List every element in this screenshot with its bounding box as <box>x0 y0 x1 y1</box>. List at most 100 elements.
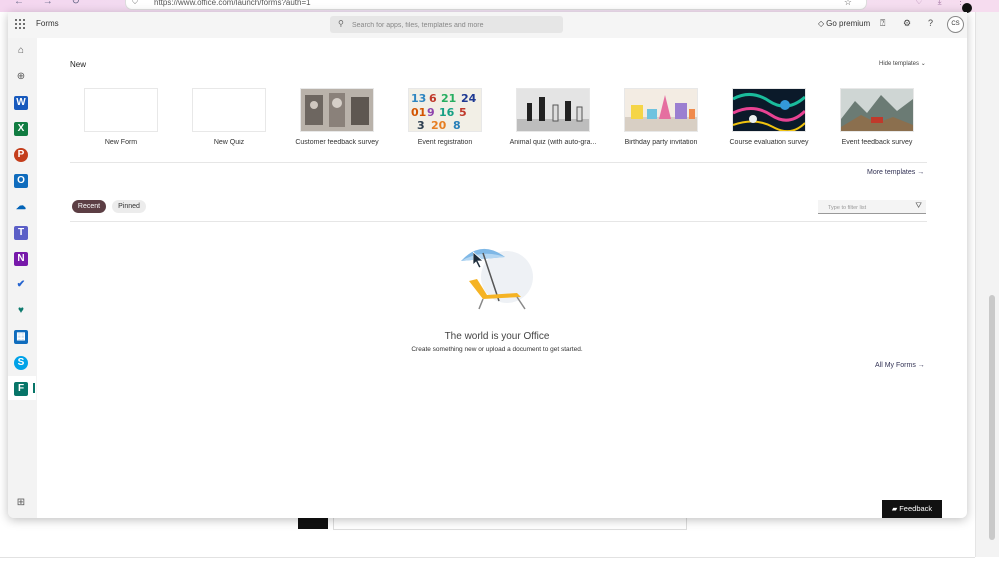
tab-recent[interactable]: Recent <box>72 200 106 213</box>
section-divider <box>70 162 927 163</box>
mouse-cursor-icon <box>472 251 485 273</box>
new-section-heading: New <box>70 60 87 69</box>
svg-text:9: 9 <box>427 106 435 119</box>
template-caption: Event registration <box>417 139 473 146</box>
feedback-icon: ▰ <box>891 506 898 513</box>
template-thumbnail <box>840 88 914 132</box>
search-icon: ⚲ <box>338 19 344 28</box>
excel-icon[interactable]: X <box>14 122 28 136</box>
teams-icon[interactable]: T <box>14 226 28 240</box>
background-divider <box>0 557 975 558</box>
calendar-icon[interactable]: ▦ <box>14 330 28 344</box>
address-bar[interactable]: ⛉ https://www.office.com/launch/forms?au… <box>125 0 867 10</box>
url-text[interactable]: https://www.office.com/launch/forms?auth… <box>154 0 311 10</box>
hide-templates-button[interactable]: Hide templates ⌄ <box>879 60 926 67</box>
template-thumbnail <box>732 88 806 132</box>
browser-nav-buttons[interactable]: ← → ↻ <box>14 0 88 7</box>
settings-gear-icon[interactable]: ⚙ <box>903 18 911 29</box>
template-caption: Event feedback survey <box>841 139 913 146</box>
outlook-icon[interactable]: O <box>14 174 28 188</box>
svg-text:01: 01 <box>411 106 426 119</box>
svg-text:5: 5 <box>459 106 467 119</box>
notifications-icon[interactable]: ⍰ <box>880 18 885 29</box>
onedrive-icon[interactable]: ☁ <box>14 200 28 214</box>
template-thumbnail <box>84 88 158 132</box>
template-caption: Customer feedback survey <box>295 139 379 146</box>
background-page-edge <box>975 12 999 557</box>
onenote-icon[interactable]: N <box>14 252 28 266</box>
main-content: New Hide templates ⌄ New Form New Quiz C… <box>37 38 967 518</box>
go-premium-label: Go premium <box>826 19 871 28</box>
template-caption: New Form <box>104 139 138 146</box>
app-launcher-icon[interactable] <box>14 18 26 30</box>
template-caption: New Quiz <box>213 139 245 146</box>
template-birthday-invitation[interactable]: Birthday party invitation <box>611 88 711 146</box>
template-course-evaluation[interactable]: Course evaluation survey <box>719 88 819 146</box>
svg-text:8: 8 <box>453 119 461 131</box>
template-animal-quiz[interactable]: Animal quiz (with auto-gra... <box>503 88 603 146</box>
template-thumbnail <box>624 88 698 132</box>
svg-text:24: 24 <box>461 92 477 105</box>
svg-text:6: 6 <box>429 92 437 105</box>
more-templates-link[interactable]: More templates → <box>867 169 924 176</box>
chevron-down-icon: ⌄ <box>920 61 926 67</box>
svg-text:3: 3 <box>417 119 425 131</box>
template-caption: Birthday party invitation <box>624 139 698 146</box>
browser-toolbar: ← → ↻ ⛉ https://www.office.com/launch/fo… <box>0 0 999 13</box>
lock-icon: ⛉ <box>132 0 138 6</box>
feedback-button[interactable]: ▰ Feedback <box>882 500 942 518</box>
home-icon[interactable]: ⌂ <box>14 44 28 58</box>
svg-text:16: 16 <box>439 106 455 119</box>
svg-text:21: 21 <box>441 92 456 105</box>
all-my-forms-link[interactable]: All My Forms → <box>875 362 925 369</box>
template-caption: Animal quiz (with auto-gra... <box>509 139 597 146</box>
avatar[interactable]: CS <box>947 16 964 33</box>
filter-box[interactable]: ⛛ <box>818 200 926 214</box>
all-apps-icon[interactable]: ⊞ <box>14 496 28 510</box>
rail-active-indicator <box>33 383 35 393</box>
family-safety-icon[interactable]: ♥ <box>14 304 28 318</box>
template-new-form[interactable]: New Form <box>71 88 171 146</box>
template-thumbnail <box>516 88 590 132</box>
all-my-forms-label: All My Forms <box>875 362 916 369</box>
word-icon[interactable]: W <box>14 96 28 110</box>
template-customer-feedback[interactable]: Customer feedback survey <box>287 88 387 146</box>
diamond-icon: ◇ <box>818 19 825 28</box>
hide-templates-label: Hide templates <box>879 61 920 67</box>
svg-text:20: 20 <box>431 119 447 131</box>
svg-text:13: 13 <box>411 92 426 105</box>
go-premium-button[interactable]: ◇ Go premium <box>818 19 870 28</box>
search-box[interactable]: ⚲ <box>330 16 563 33</box>
arrow-right-icon: → <box>917 169 925 176</box>
bookmark-star-icon[interactable]: ☆ <box>844 0 852 9</box>
tab-pinned[interactable]: Pinned <box>112 200 146 213</box>
beach-chair-illustration <box>457 243 537 313</box>
arrow-right-icon: → <box>917 362 925 369</box>
create-icon[interactable]: ⊕ <box>14 70 28 84</box>
template-thumbnail <box>300 88 374 132</box>
feedback-label: Feedback <box>899 504 933 513</box>
todo-icon[interactable]: ✔ <box>14 278 28 292</box>
powerpoint-icon[interactable]: P <box>14 148 28 162</box>
empty-state-title: The world is your Office <box>444 331 550 342</box>
forms-icon[interactable]: F <box>14 382 28 396</box>
template-thumbnail <box>192 88 266 132</box>
template-new-quiz[interactable]: New Quiz <box>179 88 279 146</box>
office-app-window: Forms ⚲ ◇Go premium ⍰ ⚙ ? CS ⌂ ⊕ W X P O… <box>8 12 967 518</box>
more-templates-label: More templates <box>867 169 916 176</box>
skype-icon[interactable]: S <box>14 356 28 370</box>
app-rail: ⌂ ⊕ W X P O ☁ T N ✔ ♥ ▦ S F ⊞ <box>8 38 36 518</box>
template-caption: Course evaluation survey <box>729 139 809 146</box>
app-title[interactable]: Forms <box>36 19 59 28</box>
list-divider <box>70 221 927 222</box>
search-input[interactable] <box>350 18 554 32</box>
template-event-registration[interactable]: 13 6 21 24 01 9 16 5 3 20 8 Event registration <box>395 88 495 146</box>
empty-state-subtitle: Create something new or upload a documen… <box>411 346 583 353</box>
filter-funnel-icon[interactable]: ⛛ <box>915 201 922 211</box>
template-event-feedback[interactable]: Event feedback survey <box>827 88 927 146</box>
filter-input[interactable] <box>826 201 916 214</box>
background-scrollbar[interactable] <box>989 295 995 540</box>
background-field <box>333 517 687 530</box>
template-thumbnail: 13 6 21 24 01 9 16 5 3 20 8 <box>408 88 482 132</box>
help-icon[interactable]: ? <box>928 18 933 28</box>
